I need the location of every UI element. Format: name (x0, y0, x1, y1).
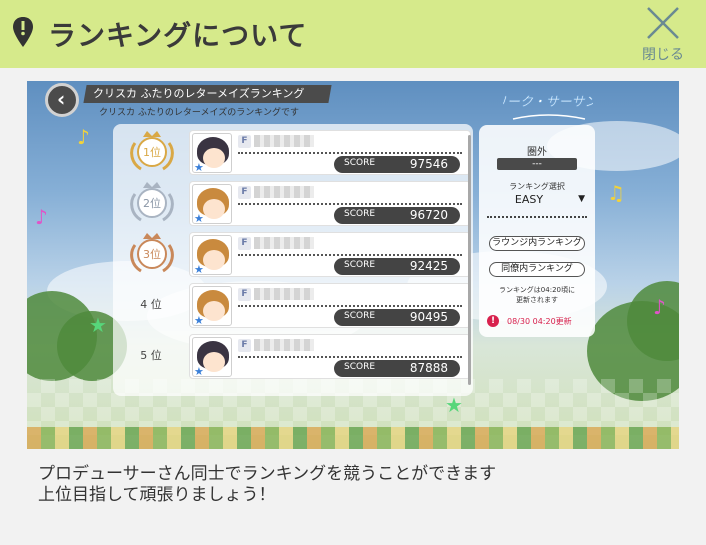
rank-badge: F (238, 339, 251, 352)
ranking-row[interactable]: 1位 ★ F SCORE 97546 (113, 128, 473, 176)
rank-area: 4 位 (113, 281, 189, 329)
dropdown-arrow-icon: ▼ (578, 194, 585, 204)
ranking-title: クリスカ ふたりのレターメイズランキング (83, 85, 332, 103)
player-name-redacted (254, 288, 314, 300)
rank-badge: F (238, 237, 251, 250)
game-topbar: ‹ クリスカ ふたりのレターメイズランキング クリスカ ふたりのレターメイズのラ… (45, 83, 345, 121)
star-icon: ★ (89, 313, 107, 337)
score-pill: SCORE 90495 (334, 309, 460, 326)
rank-area: 3位 (113, 230, 189, 278)
ranking-row[interactable]: 5 位 ★ F SCORE 87888 (113, 332, 473, 380)
score-value: 87888 (409, 361, 448, 375)
score-pill: SCORE 92425 (334, 258, 460, 275)
rank-label: 5 位 (140, 349, 162, 362)
rank-badge: F (238, 135, 251, 148)
colleague-ranking-button[interactable]: 同僚内ランキング (489, 262, 585, 277)
star-icon: ★ (194, 212, 204, 224)
music-note-icon: ♫ (607, 181, 625, 205)
bronze-medal-icon: 3位 (130, 233, 174, 273)
player-card[interactable]: ★ F SCORE 90495 (189, 283, 471, 328)
score-value: 96720 (409, 208, 448, 222)
score-pill: SCORE 97546 (334, 156, 460, 173)
avatar: ★ (192, 286, 232, 326)
avatar: ★ (192, 337, 232, 377)
music-note-icon: ♪ (77, 125, 90, 149)
avatar: ★ (192, 184, 232, 224)
update-status: ! 08/30 04:20更新 (487, 315, 591, 329)
info-pin-icon (13, 17, 33, 47)
svg-text:3位: 3位 (143, 247, 161, 261)
description-text: プロデューサーさん同士でランキングを競うことができます 上位目指して頑張りましょ… (38, 464, 678, 506)
player-name-redacted (254, 186, 314, 198)
player-name-redacted (254, 237, 314, 249)
rank-badge: F (238, 288, 251, 301)
page-header: ランキングについて 閉じる (0, 0, 706, 68)
event-logo: 2リーク・サーサンシ (503, 95, 593, 120)
update-time: 08/30 04:20更新 (507, 317, 572, 326)
difficulty-select[interactable]: EASY ▼ (487, 192, 587, 208)
star-icon: ★ (194, 365, 204, 377)
svg-text:1位: 1位 (143, 145, 161, 159)
player-name-redacted (254, 135, 314, 147)
silver-medal-icon: 2位 (130, 182, 174, 222)
music-note-icon: ♪ (35, 205, 48, 229)
score-pill: SCORE 87888 (334, 360, 460, 377)
close-label: 閉じる (642, 47, 684, 63)
avatar: ★ (192, 133, 232, 173)
rank-area: 1位 (113, 128, 189, 176)
ranking-side-panel: 圏外 --- ランキング選択 EASY ▼ ラウンジ内ランキング 同僚内ランキン… (479, 125, 595, 337)
close-icon (647, 7, 679, 39)
music-note-icon: ♪ (653, 295, 666, 319)
my-rank-label: 圏外 (527, 147, 547, 158)
star-icon: ★ (194, 161, 204, 173)
ranking-subtitle: クリスカ ふたりのレターメイズのランキングです (99, 108, 299, 118)
ranking-row[interactable]: 2位 ★ F SCORE 96720 (113, 179, 473, 227)
svg-text:2位: 2位 (143, 196, 161, 210)
gold-medal-icon: 1位 (130, 131, 174, 171)
ranking-select-label: ランキング選択 (509, 182, 565, 191)
lounge-ranking-button[interactable]: ラウンジ内ランキング (489, 236, 585, 251)
score-value: 90495 (409, 310, 448, 324)
page-title: ランキングについて (48, 19, 308, 52)
rank-area: 5 位 (113, 332, 189, 380)
update-note: ランキングは04:20頃に 更新されます (499, 286, 575, 304)
score-pill: SCORE 96720 (334, 207, 460, 224)
star-icon: ★ (445, 393, 463, 417)
my-rank-value: --- (497, 158, 577, 170)
score-value: 97546 (409, 157, 448, 171)
star-icon: ★ (194, 314, 204, 326)
ranking-list[interactable]: 1位 ★ F SCORE 97546 2位 ★ F SCORE 96720 3位… (113, 124, 473, 396)
ranking-row[interactable]: 3位 ★ F SCORE 92425 (113, 230, 473, 278)
avatar: ★ (192, 235, 232, 275)
ranking-screenshot: ♪ ♪ ♫ ♪ ★ ★ ‹ クリスカ ふたりのレターメイズランキング クリスカ … (27, 81, 679, 449)
alert-icon: ! (487, 315, 499, 327)
player-card[interactable]: ★ F SCORE 97546 (189, 130, 471, 175)
description-line-2: 上位目指して頑張りましょう！ (38, 485, 276, 505)
star-icon: ★ (194, 263, 204, 275)
player-card[interactable]: ★ F SCORE 92425 (189, 232, 471, 277)
list-scrollbar[interactable] (468, 135, 471, 385)
back-button[interactable]: ‹ (45, 83, 79, 117)
player-card[interactable]: ★ F SCORE 87888 (189, 334, 471, 379)
svg-text:2リーク・サーサンシ: 2リーク・サーサンシ (503, 95, 593, 110)
chevron-left-icon: ‹ (57, 87, 66, 111)
player-name-redacted (254, 339, 314, 351)
description-line-1: プロデューサーさん同士でランキングを競うことができます (38, 464, 497, 484)
score-value: 92425 (409, 259, 448, 273)
close-button[interactable]: 閉じる (634, 4, 692, 64)
rank-badge: F (238, 186, 251, 199)
player-card[interactable]: ★ F SCORE 96720 (189, 181, 471, 226)
rank-label: 4 位 (140, 298, 162, 311)
ranking-row[interactable]: 4 位 ★ F SCORE 90495 (113, 281, 473, 329)
rank-area: 2位 (113, 179, 189, 227)
